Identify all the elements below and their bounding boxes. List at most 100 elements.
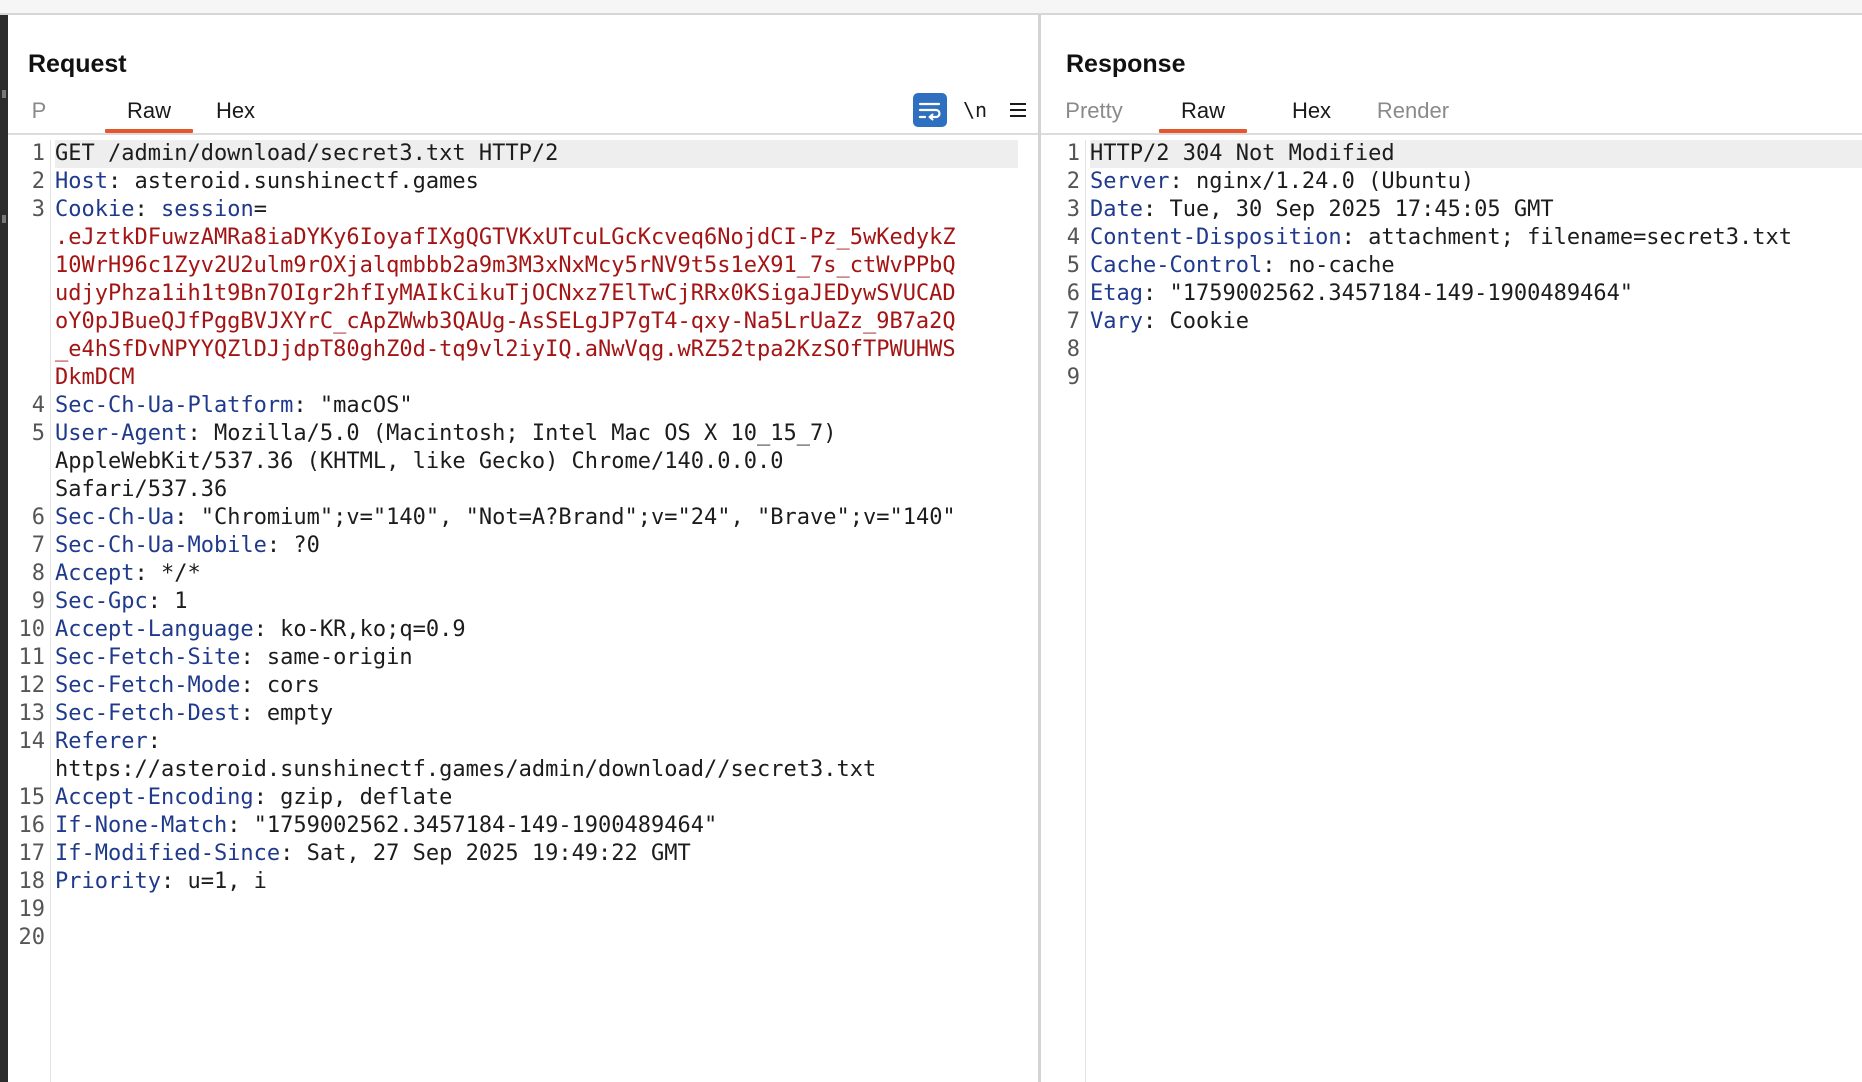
code-line[interactable]: Accept-Encoding: gzip, deflate xyxy=(55,784,1038,812)
header-value: : xyxy=(147,729,161,754)
show-newlines-button[interactable]: \n xyxy=(958,93,992,127)
tab-hex[interactable]: Hex xyxy=(213,95,258,131)
code-line[interactable]: 10WrH96c1Zyv2U2ulm9rOXjalqmbbb2a9m3M3xNx… xyxy=(55,252,1038,280)
header-value: HTTP/2 304 Not Modified xyxy=(1090,141,1395,166)
header-name: Sec-Ch-Ua xyxy=(55,505,175,530)
line-number: 12 xyxy=(18,673,46,698)
line-number: 1 xyxy=(1066,141,1080,166)
collapse-handle[interactable] xyxy=(2,90,6,98)
code-line[interactable]: udjyPhza1ih1t9Bn7OIgr2hfIyMAIkCikuTjOCNx… xyxy=(55,280,1038,308)
header-value: : no-cache xyxy=(1262,253,1395,278)
code-line[interactable]: Safari/537.36 xyxy=(55,476,1038,504)
header-name: Priority xyxy=(55,869,161,894)
window-top-bar xyxy=(0,0,1862,15)
code-line[interactable]: _e4hSfDvNPYYQZlDJjdpT80ghZ0d-tq9vl2iyIQ.… xyxy=(55,336,1038,364)
code-line[interactable]: Sec-Fetch-Mode: cors xyxy=(55,672,1038,700)
tab-raw[interactable]: Raw xyxy=(105,95,193,133)
tab-render[interactable]: Render xyxy=(1373,95,1453,131)
header-value: : Sat, 27 Sep 2025 19:49:22 GMT xyxy=(280,841,691,866)
header-value: AppleWebKit/537.36 (KHTML, like Gecko) C… xyxy=(55,449,784,474)
menu-button[interactable] xyxy=(1001,93,1035,127)
line-number: 2 xyxy=(1066,169,1080,194)
code-line[interactable]: Host: asteroid.sunshinectf.games xyxy=(55,168,1038,196)
line-number: 14 xyxy=(18,729,46,754)
header-value: : "1759002562.3457184-149-1900489464" xyxy=(227,813,718,838)
line-number xyxy=(8,280,50,308)
header-name: Etag xyxy=(1090,281,1143,306)
line-number xyxy=(8,476,50,504)
tab-raw[interactable]: Raw xyxy=(1159,95,1247,133)
header-name: Date xyxy=(1090,197,1143,222)
line-number: 4 xyxy=(1066,225,1080,250)
code-line[interactable]: Accept-Language: ko-KR,ko;q=0.9 xyxy=(55,616,1038,644)
wrap-lines-button[interactable] xyxy=(913,93,947,127)
code-line[interactable]: Sec-Fetch-Dest: empty xyxy=(55,700,1038,728)
code-line[interactable]: Referer: xyxy=(55,728,1038,756)
code-line[interactable]: If-None-Match: "1759002562.3457184-149-1… xyxy=(55,812,1038,840)
code-line[interactable]: oY0pJBueQJfPggBVJXYrC_cApZWwb3QAUg-AsSEL… xyxy=(55,308,1038,336)
code-line[interactable]: AppleWebKit/537.36 (KHTML, like Gecko) C… xyxy=(55,448,1038,476)
code-line[interactable]: Etag: "1759002562.3457184-149-1900489464… xyxy=(1090,280,1862,308)
response-raw-text[interactable]: HTTP/2 304 Not Modified Server: nginx/1.2… xyxy=(1090,140,1862,1082)
line-number xyxy=(8,756,50,784)
line-number: 16 xyxy=(18,813,46,838)
code-line[interactable] xyxy=(55,924,1038,952)
code-line[interactable]: Vary: Cookie xyxy=(1090,308,1862,336)
request-title: Request xyxy=(28,50,127,78)
header-value: : Cookie xyxy=(1142,309,1249,334)
line-number: 15 xyxy=(18,785,46,810)
header-name: User-Agent xyxy=(55,421,188,446)
line-number: 20 xyxy=(18,925,46,950)
header-name: Sec-Fetch-Mode xyxy=(55,673,241,698)
code-line[interactable]: Sec-Ch-Ua-Mobile: ?0 xyxy=(55,532,1038,560)
code-line[interactable]: Priority: u=1, i xyxy=(55,868,1038,896)
tab-pretty[interactable]: Pretty xyxy=(1063,95,1125,131)
code-line[interactable]: Server: nginx/1.24.0 (Ubuntu) xyxy=(1090,168,1862,196)
code-line[interactable]: Sec-Fetch-Site: same-origin xyxy=(55,644,1038,672)
request-tabs: P Raw Hex xyxy=(8,95,1038,135)
code-line[interactable]: Accept: */* xyxy=(55,560,1038,588)
line-number: 19 xyxy=(18,897,46,922)
request-editor[interactable]: 1 2 3 4 5 6 7 8 9 10 11 12 13 14 15 16 17 18 19 20 GET /adm… xyxy=(8,140,1038,1082)
response-pane: Response Pretty Raw Hex Render 1 2 3 4 5 6 7 8 9… xyxy=(1041,15,1862,1082)
header-name: If-Modified-Since xyxy=(55,841,281,866)
code-line[interactable]: If-Modified-Since: Sat, 27 Sep 2025 19:4… xyxy=(55,840,1038,868)
line-number: 11 xyxy=(18,645,46,670)
line-number: 9 xyxy=(1066,365,1080,390)
code-line[interactable]: https://asteroid.sunshinectf.games/admin… xyxy=(55,756,1038,784)
header-value: Safari/537.36 xyxy=(55,477,228,502)
code-line[interactable]: Content-Disposition: attachment; filenam… xyxy=(1090,224,1862,252)
response-tabs: Pretty Raw Hex Render xyxy=(1041,95,1862,135)
code-line[interactable]: .eJztkDFuwzAMRa8iaDYKy6IoyafIXgQGTVKxUTc… xyxy=(55,224,1038,252)
tab-pretty[interactable]: P xyxy=(30,95,48,131)
header-value: : Mozilla/5.0 (Macintosh; Intel Mac OS X… xyxy=(187,421,837,446)
tab-hex[interactable]: Hex xyxy=(1289,95,1334,131)
code-line[interactable]: Cache-Control: no-cache xyxy=(1090,252,1862,280)
header-name: Sec-Fetch-Dest xyxy=(55,701,241,726)
line-number xyxy=(8,336,50,364)
code-line[interactable] xyxy=(1090,364,1862,392)
code-line[interactable]: Sec-Ch-Ua-Platform: "macOS" xyxy=(55,392,1038,420)
code-line[interactable] xyxy=(55,896,1038,924)
code-line[interactable] xyxy=(1090,336,1862,364)
request-raw-text[interactable]: GET /admin/download/secret3.txt HTTP/2 Ho… xyxy=(55,140,1038,1082)
response-editor[interactable]: 123456789 HTTP/2 304 Not Modified Server:… xyxy=(1041,140,1862,1082)
header-value: : */* xyxy=(134,561,201,586)
cookie-value: oY0pJBueQJfPggBVJXYrC_cApZWwb3QAUg-AsSEL… xyxy=(55,309,956,334)
header-value: : "Chromium";v="140", "Not=A?Brand";v="2… xyxy=(174,505,956,530)
code-line[interactable]: DkmDCM xyxy=(55,364,1038,392)
header-name: Sec-Ch-Ua-Mobile xyxy=(55,533,267,558)
code-line[interactable]: Date: Tue, 30 Sep 2025 17:45:05 GMT xyxy=(1090,196,1862,224)
header-value: : same-origin xyxy=(240,645,413,670)
code-line[interactable]: HTTP/2 304 Not Modified xyxy=(1090,140,1862,168)
code-line[interactable]: User-Agent: Mozilla/5.0 (Macintosh; Inte… xyxy=(55,420,1038,448)
code-line[interactable]: GET /admin/download/secret3.txt HTTP/2 xyxy=(55,140,1018,168)
line-number: 5 xyxy=(1066,253,1080,278)
header-name: Cookie xyxy=(55,197,135,222)
collapse-handle[interactable] xyxy=(2,215,6,223)
header-value: : "1759002562.3457184-149-1900489464" xyxy=(1142,281,1634,306)
code-line[interactable]: Sec-Gpc: 1 xyxy=(55,588,1038,616)
code-line[interactable]: Cookie: session= xyxy=(55,196,1038,224)
code-line[interactable]: Sec-Ch-Ua: "Chromium";v="140", "Not=A?Br… xyxy=(55,504,1038,532)
line-number: 3 xyxy=(31,197,45,222)
